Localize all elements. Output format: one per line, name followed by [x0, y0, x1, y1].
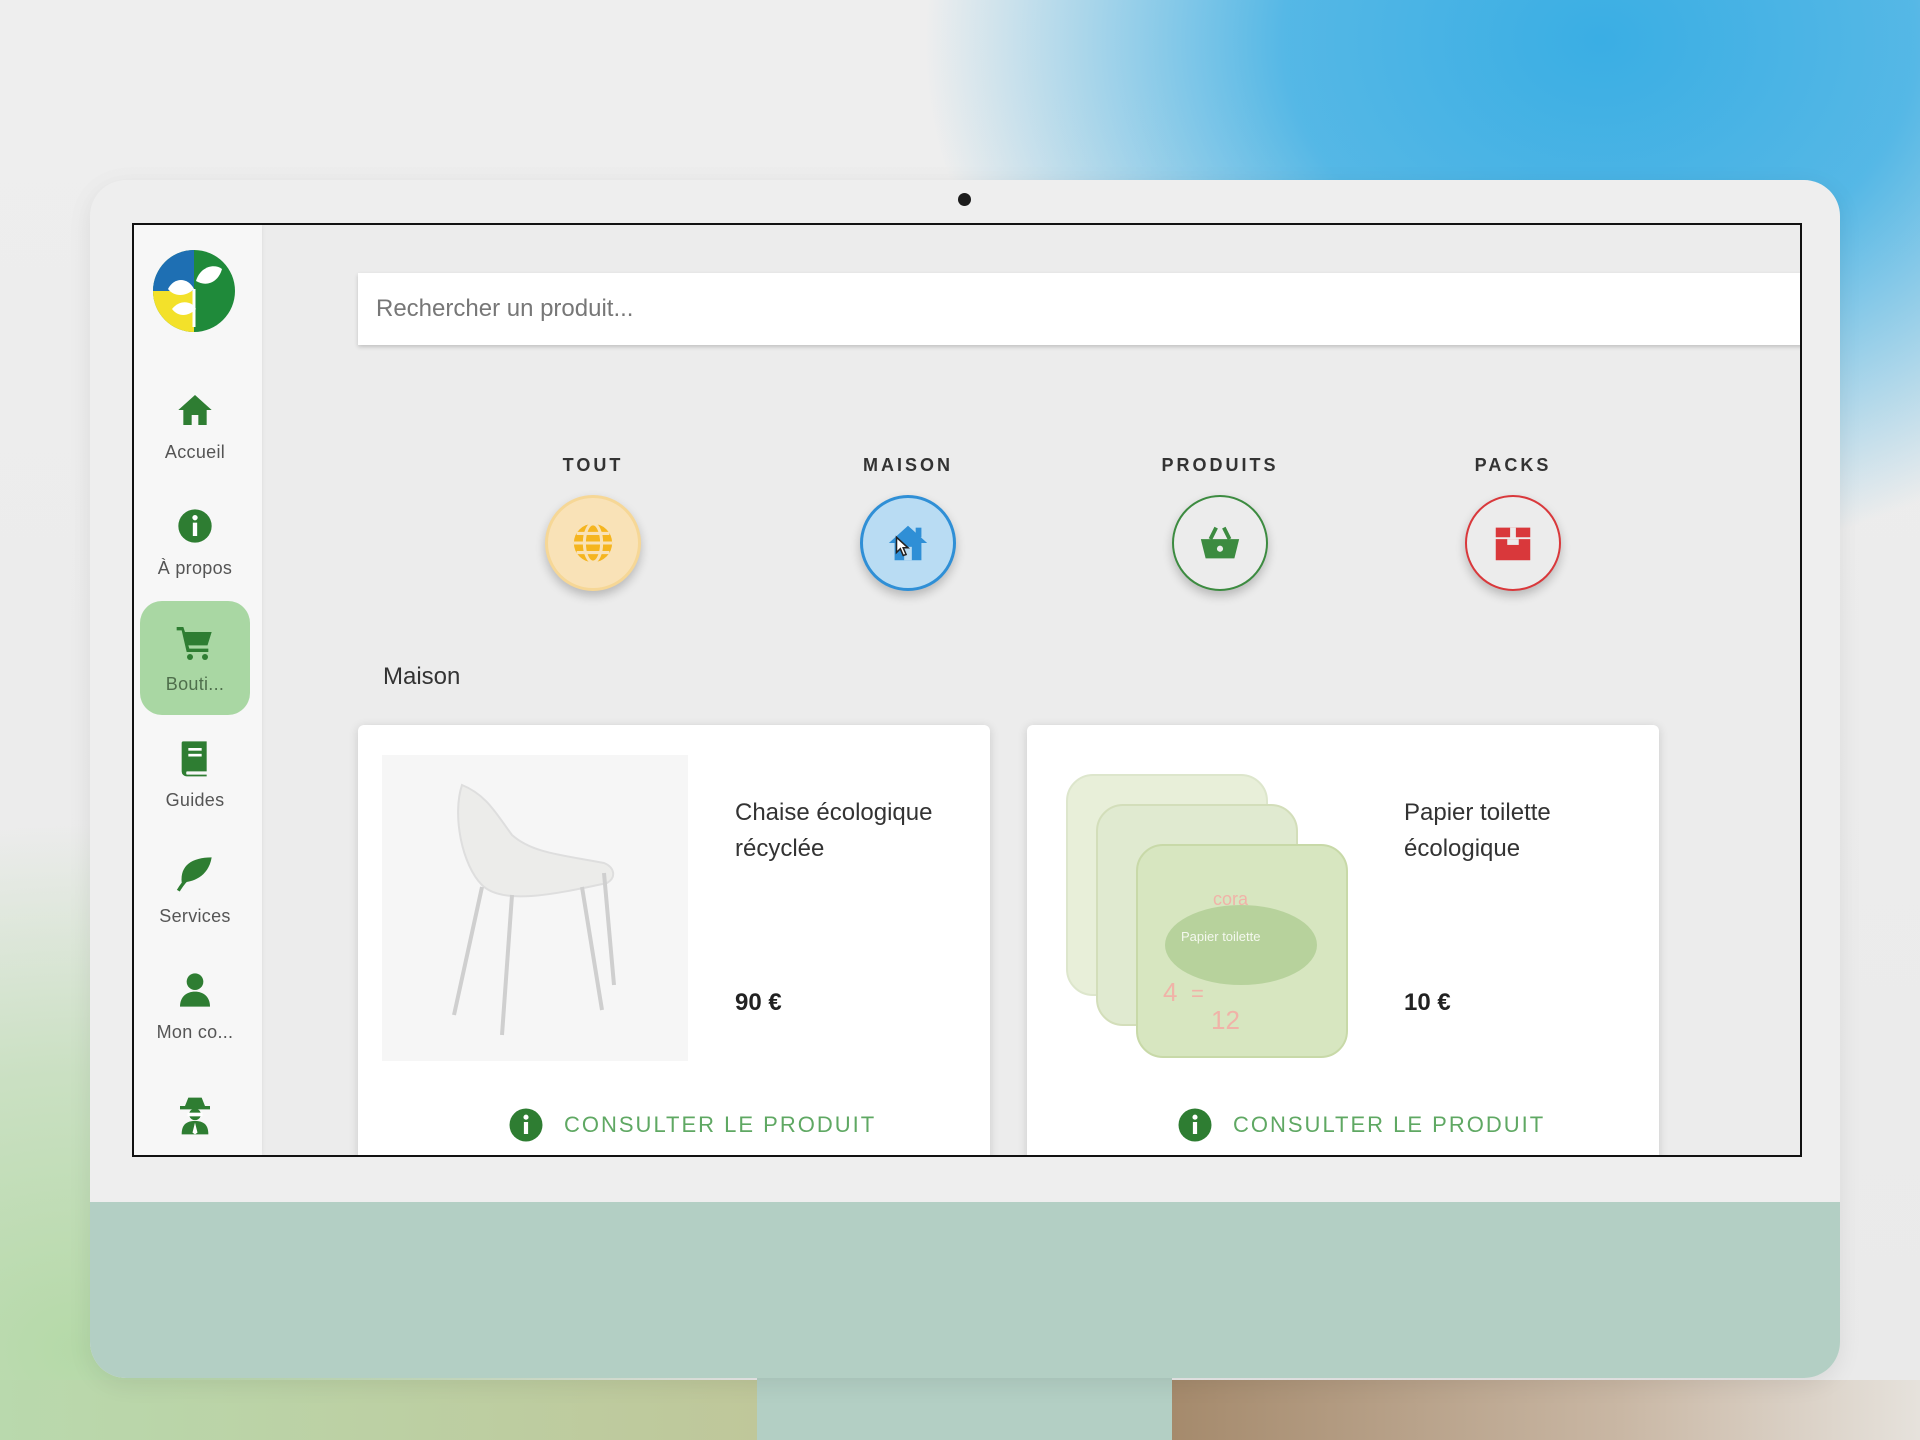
book-icon — [181, 740, 207, 776]
category-button-tout[interactable] — [545, 495, 641, 591]
sidebar-item-boutique[interactable]: Bouti... — [140, 601, 250, 715]
basket-icon — [1200, 526, 1240, 559]
category-label: TOUT — [562, 455, 624, 475]
home-icon — [178, 394, 212, 425]
leaf-icon — [176, 856, 212, 892]
sidebar-item-label: Bouti... — [165, 673, 225, 694]
sidebar-item-label: Guides — [165, 789, 225, 810]
sidebar-item-accueil[interactable]: Accueil — [140, 369, 250, 483]
category-tout[interactable]: TOUT — [513, 455, 673, 591]
category-label: MAISON — [863, 455, 953, 475]
view-product-label: CONSULTER LE PRODUIT — [564, 1112, 877, 1137]
house-icon — [888, 525, 928, 561]
product-card[interactable]: Chaise écologique récyclée 90 € CONSULTE… — [358, 725, 990, 1155]
chair-image[interactable] — [382, 755, 688, 1061]
sidebar-item-partial[interactable] — [140, 1065, 250, 1155]
stand-left — [0, 1380, 760, 1440]
view-product-label: CONSULTER LE PRODUIT — [1233, 1112, 1546, 1137]
product-card[interactable]: cora Papier toilette 4 = 12 Papier toile… — [1027, 725, 1659, 1155]
pack-deal-right: 12 — [1211, 1005, 1240, 1035]
product-price: 90 € — [735, 989, 782, 1016]
info-icon — [509, 1108, 543, 1142]
sidebar-item-guides[interactable]: Guides — [140, 717, 250, 831]
pack-brand: cora — [1213, 889, 1249, 909]
sidebar-item-label: Accueil — [164, 441, 226, 462]
cart-icon — [176, 626, 212, 660]
main-content: TOUT MAISON PRODUITS PACKS — [262, 225, 1800, 1155]
product-name: Chaise écologique récyclée — [735, 799, 933, 862]
globe-icon — [573, 522, 613, 564]
category-button-maison[interactable] — [860, 495, 956, 591]
category-button-packs[interactable] — [1465, 495, 1561, 591]
category-maison[interactable]: MAISON — [828, 455, 988, 591]
box-icon — [1495, 527, 1531, 561]
sidebar-item-label: Services — [159, 905, 231, 926]
view-product-button[interactable]: CONSULTER LE PRODUIT — [1177, 1107, 1545, 1143]
category-packs[interactable]: PACKS — [1433, 455, 1593, 591]
toilet-paper-image[interactable]: cora Papier toilette 4 = 12 — [1051, 755, 1357, 1061]
product-price: 10 € — [1404, 989, 1451, 1016]
category-produits[interactable]: PRODUITS — [1140, 455, 1300, 591]
monitor-frame: Accueil À propos Bouti... Guides Service… — [90, 180, 1840, 1378]
product-name: Papier toilette écologique — [1404, 799, 1551, 862]
monitor-stand — [757, 1375, 1172, 1440]
user-icon — [180, 972, 210, 1007]
view-product-button[interactable]: CONSULTER LE PRODUIT — [508, 1107, 876, 1143]
category-label: PACKS — [1474, 455, 1552, 475]
sidebar-item-mon-compte[interactable]: Mon co... — [140, 949, 250, 1063]
search-input[interactable] — [358, 273, 1800, 345]
sidebar-item-services[interactable]: Services — [140, 833, 250, 947]
sidebar: Accueil À propos Bouti... Guides Service… — [134, 225, 262, 1155]
info-icon — [1178, 1108, 1212, 1142]
section-title: Maison — [383, 663, 461, 690]
sidebar-item-a-propos[interactable]: À propos — [140, 485, 250, 599]
sidebar-item-label: À propos — [157, 557, 233, 578]
pack-deal-sign: = — [1191, 981, 1204, 1006]
app-screen: Accueil À propos Bouti... Guides Service… — [132, 223, 1802, 1157]
info-icon — [178, 508, 212, 543]
stand-right — [1172, 1380, 1920, 1440]
brand-logo[interactable] — [152, 249, 236, 333]
user-secret-icon — [180, 1097, 210, 1135]
category-label: PRODUITS — [1161, 455, 1279, 475]
monitor-chin — [90, 1202, 1840, 1378]
category-button-produits[interactable] — [1172, 495, 1268, 591]
pack-line: Papier toilette — [1181, 929, 1261, 944]
pack-deal-left: 4 — [1163, 977, 1177, 1007]
sidebar-item-label: Mon co... — [156, 1021, 234, 1042]
camera-dot — [958, 193, 971, 206]
